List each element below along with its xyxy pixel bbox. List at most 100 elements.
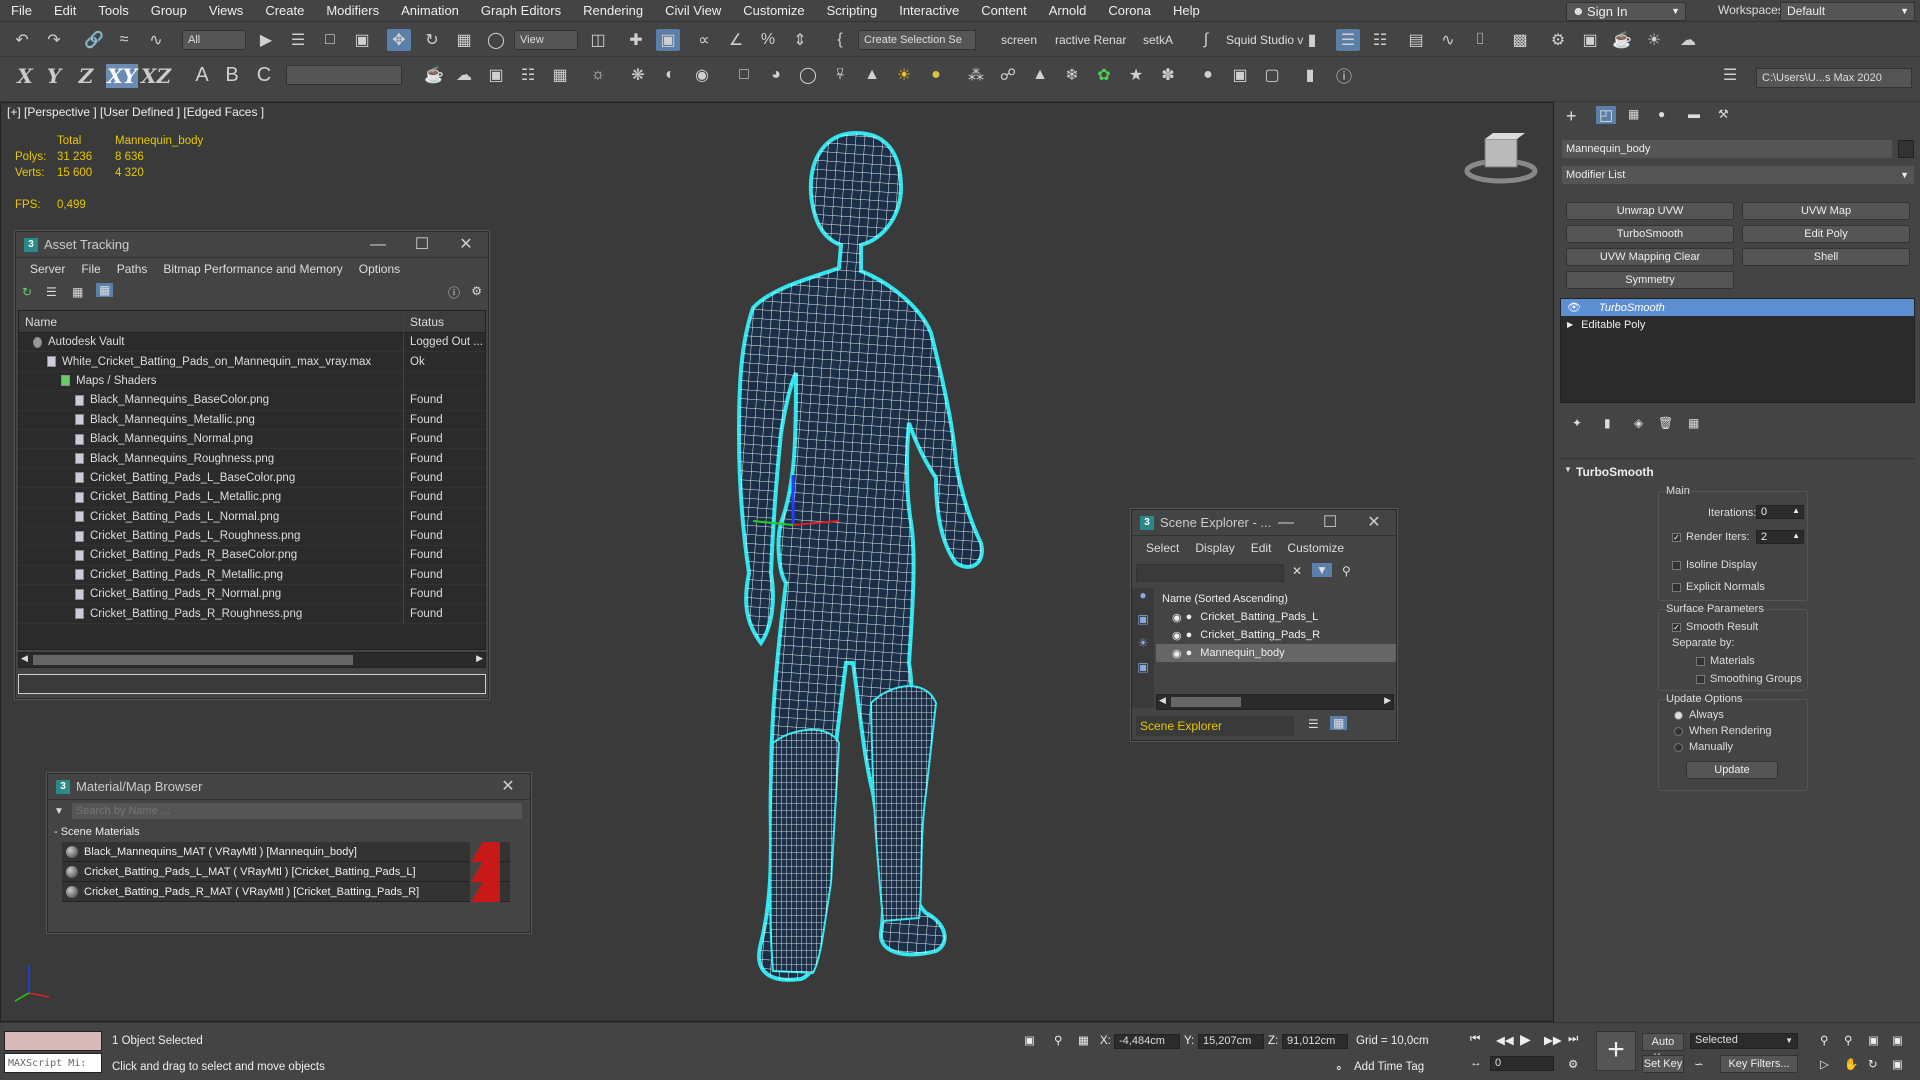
material-list-item[interactable]: Black_Mannequins_MAT ( VRayMtl ) [Manneq… [62,842,510,862]
smoothing-groups-checkbox[interactable] [1696,674,1705,684]
list-view-icon[interactable]: ☰ [46,285,57,299]
always-option[interactable]: Always [1674,709,1724,721]
options-icon[interactable]: ⚙ [471,284,482,298]
explicit-normals-option[interactable]: Explicit Normals [1672,581,1765,593]
window-crossing-icon[interactable]: ▣ [350,29,374,51]
perspective-viewport[interactable]: [+] [Perspective ] [User Defined ] [Edge… [0,102,1554,1022]
set-key-big-icon[interactable]: + [1596,1031,1636,1071]
help-icon[interactable]: ⓘ [1332,64,1356,86]
help-icon[interactable]: ⓘ [448,284,460,301]
displacement-icon[interactable]: ✽ [1156,64,1180,86]
go-to-end-icon[interactable]: ⏭ [1568,1033,1578,1046]
rectangular-selection-icon[interactable]: □ [318,29,342,51]
shader-balls-icon[interactable]: ◉ [690,64,714,86]
workspaces-dropdown[interactable]: Default ▼ [1780,2,1915,21]
object-name-field[interactable]: Mannequin_body [1562,140,1892,158]
scrollbar-thumb[interactable] [33,655,353,665]
table-row[interactable]: Black_Mannequins_Metallic.png Found [19,410,485,430]
redo-icon[interactable]: ↷ [42,29,66,51]
render-iters-checkbox[interactable]: ✓ [1672,532,1681,542]
symmetry-button[interactable]: Symmetry [1566,271,1734,289]
menu-arnold[interactable]: Arnold [1038,0,1098,22]
material-list-item[interactable]: Cricket_Batting_Pads_L_MAT ( VRayMtl ) [… [62,862,510,882]
grid-icon[interactable]: ▦ [548,64,572,86]
isolate-icon[interactable]: ▣ [1024,1033,1035,1047]
right-batting-pad[interactable] [869,685,938,923]
zoom-all-icon[interactable]: ⚲ [1844,1033,1852,1047]
table-row[interactable]: Cricket_Batting_Pads_R_BaseColor.png Foun… [19,546,485,566]
render-cloud-icon[interactable]: ☁ [1676,29,1700,51]
fur-hair-icon[interactable]: ❄ [1060,64,1084,86]
scatter-icon[interactable]: ⁂ [964,64,988,86]
manually-radio[interactable] [1674,742,1683,752]
options-triangle-icon[interactable]: ▼ [54,806,64,817]
maxscript-listener-input[interactable]: MAXScript Mi: [4,1053,102,1073]
stack-item-turbosmooth[interactable]: 👁 TurboSmooth [1561,299,1914,316]
percent-snap-icon[interactable]: % [756,29,780,51]
menu-modifiers[interactable]: Modifiers [315,0,390,22]
sphere-half-icon[interactable]: ◐ [658,64,682,86]
asset-table-scrollbar[interactable]: ◀ ▶ [18,652,486,668]
zoom-icon[interactable]: ⚲ [1820,1033,1828,1047]
select-and-place-icon[interactable]: ◯ [484,29,508,51]
table-row[interactable]: Black_Mannequins_BaseColor.png Found [19,391,485,411]
table-row[interactable]: Autodesk Vault Logged Out ... [19,333,485,353]
grid-view-icon[interactable]: ▦ [96,283,114,297]
unwrap-uvw-button[interactable]: Unwrap UVW [1566,202,1734,220]
table-row[interactable]: Maps / Shaders [19,371,485,392]
edit-poly-button[interactable]: Edit Poly [1742,225,1910,243]
scroll-left-icon[interactable]: ◀ [21,653,28,664]
asset-menu-bitmap-performance-and-memory[interactable]: Bitmap Performance and Memory [155,262,350,276]
ribbon-toggle-icon[interactable]: ▤ [1404,29,1428,51]
material-list-item[interactable]: Cricket_Batting_Pads_R_MAT ( VRayMtl ) [… [62,882,510,902]
hierarchy-icon[interactable]: ▦ [1330,716,1348,730]
maximize-icon[interactable]: ☐ [1308,510,1352,536]
curve-editor-icon[interactable]: ∿ [1436,29,1460,51]
scene-explorer-menu-select[interactable]: Select [1138,541,1187,555]
settings-panel-icon[interactable]: ▮ [1298,64,1322,86]
orbit-icon[interactable]: ↻ [1868,1057,1878,1071]
scene-object-row[interactable]: ◉ ● Mannequin_body [1156,644,1396,662]
scrollbar-thumb[interactable] [1171,697,1241,707]
toolbar-tab-setka[interactable]: setkA [1143,33,1173,47]
x-coordinate-field[interactable]: -4,484cm [1114,1034,1180,1049]
sign-in-dropdown[interactable]: ☻ Sign In ▼ [1566,2,1686,21]
axis-y-button[interactable]: Y [40,64,68,88]
render-iters-option[interactable]: ✓ Render Iters: [1672,531,1750,543]
left-batting-pad[interactable] [769,728,841,975]
display-objects-icon[interactable]: ● [1132,588,1154,612]
material-browser-titlebar[interactable]: 3 Material/Map Browser ✕ [48,774,530,800]
render-activeshade-icon[interactable]: ☀ [1642,29,1666,51]
stack-item-editable-poly[interactable]: ▶ Editable Poly [1561,316,1914,333]
table-row[interactable]: Cricket_Batting_Pads_L_Normal.png Found [19,507,485,527]
hdri-icon[interactable]: ★ [1124,64,1148,86]
key-mode-icon[interactable]: ↔ [1470,1057,1482,1069]
when-rendering-option[interactable]: When Rendering [1674,725,1772,737]
edit-named-selection-icon[interactable]: { [828,29,852,51]
angle-snap-icon[interactable]: ∠ [724,29,748,51]
mesh-light-icon[interactable]: ⍫ [828,64,852,86]
scene-object-row[interactable]: ◉ ● Cricket_Batting_Pads_L [1156,608,1396,626]
key-filters-button[interactable]: Key Filters... [1720,1055,1798,1073]
menu-views[interactable]: Views [198,0,254,22]
project-folder-icon[interactable]: ☰ [1718,64,1742,86]
menu-create[interactable]: Create [254,0,315,22]
modify-tab-icon[interactable]: ◰ [1596,106,1617,124]
clear-search-icon[interactable]: ✕ [1292,564,1302,578]
rollout-title[interactable]: TurboSmooth [1576,465,1654,479]
field-of-view-icon[interactable]: ▷ [1820,1057,1829,1071]
scene-explorer-name-dropdown[interactable]: Scene Explorer [1136,716,1294,736]
sun-icon[interactable]: ☀ [892,64,916,86]
spot-light-icon[interactable]: ▲ [860,64,884,86]
key-tangent-icon[interactable]: ∽ [1694,1057,1704,1071]
object-color-swatch[interactable] [1898,140,1914,158]
layer-explorer-icon[interactable]: ☷ [1368,29,1392,51]
lock-icon[interactable]: ⚲ [1342,564,1351,578]
manually-option[interactable]: Manually [1674,741,1733,753]
close-icon[interactable]: ✕ [1352,510,1396,536]
smooth-result-checkbox[interactable]: ✓ [1672,622,1681,632]
selection-lock-icon[interactable]: ⚲ [1054,1033,1062,1047]
toolbar-empty-dropdown[interactable] [286,65,402,85]
scene-explorer-menu-customize[interactable]: Customize [1279,541,1352,555]
scene-explorer-column-header[interactable]: Name (Sorted Ascending) [1156,590,1396,608]
